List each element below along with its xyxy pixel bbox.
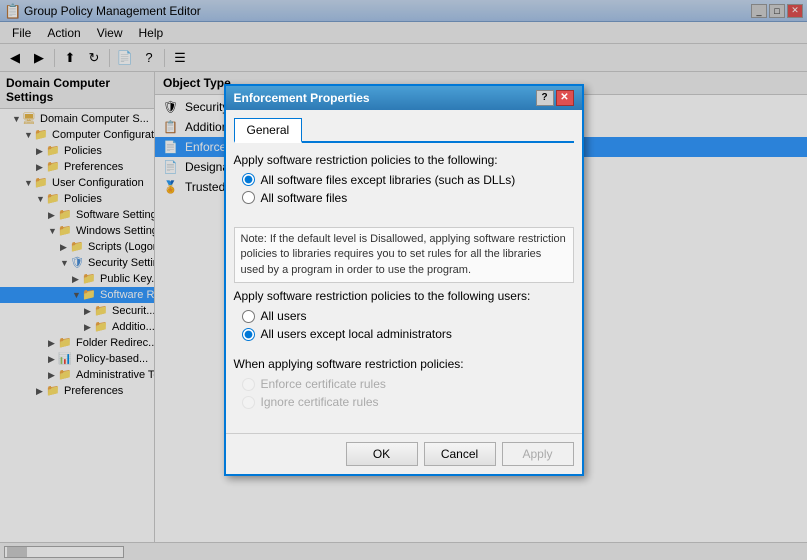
tab-general[interactable]: General [234, 118, 303, 143]
radio-ignore-cert [242, 396, 255, 409]
radio-option-4: All users except local administrators [234, 327, 574, 341]
radio-option-6: Ignore certificate rules [234, 395, 574, 409]
radio-option-2: All software files [234, 191, 574, 205]
radio-option-5: Enforce certificate rules [234, 377, 574, 391]
form-section-1: Apply software restriction policies to t… [234, 153, 574, 209]
radio-label-4: All users except local administrators [261, 327, 452, 341]
modal-title: Enforcement Properties [234, 91, 370, 105]
radio-label-5: Enforce certificate rules [261, 377, 386, 391]
radio-label-6: Ignore certificate rules [261, 395, 379, 409]
tab-bar: General [234, 118, 574, 143]
note-text: Note: If the default level is Disallowed… [234, 227, 574, 283]
radio-label-3: All users [261, 309, 307, 323]
form-section-3: When applying software restriction polic… [234, 357, 574, 413]
radio-option-1: All software files except libraries (suc… [234, 173, 574, 187]
modal-help-button[interactable]: ? [536, 90, 554, 106]
cancel-button[interactable]: Cancel [424, 442, 496, 466]
section2-label: Apply software restriction policies to t… [234, 289, 574, 303]
modal-body: General Apply software restriction polic… [226, 110, 582, 433]
form-section-2: Apply software restriction policies to t… [234, 289, 574, 345]
section3-label: When applying software restriction polic… [234, 357, 574, 371]
enforcement-properties-dialog: Enforcement Properties ? ✕ General Apply… [224, 84, 584, 476]
modal-title-bar: Enforcement Properties ? ✕ [226, 86, 582, 110]
radio-label-1: All software files except libraries (suc… [261, 173, 516, 187]
ok-button[interactable]: OK [346, 442, 418, 466]
radio-label-2: All software files [261, 191, 348, 205]
radio-all-except-libs[interactable] [242, 173, 255, 186]
modal-title-controls: ? ✕ [536, 90, 574, 106]
modal-footer: OK Cancel Apply [226, 433, 582, 474]
modal-close-button[interactable]: ✕ [556, 90, 574, 106]
radio-all-software[interactable] [242, 191, 255, 204]
apply-button[interactable]: Apply [502, 442, 574, 466]
modal-overlay: Enforcement Properties ? ✕ General Apply… [0, 0, 807, 560]
radio-all-except-admins[interactable] [242, 328, 255, 341]
radio-enforce-cert [242, 378, 255, 391]
section1-label: Apply software restriction policies to t… [234, 153, 574, 167]
radio-option-3: All users [234, 309, 574, 323]
radio-all-users[interactable] [242, 310, 255, 323]
